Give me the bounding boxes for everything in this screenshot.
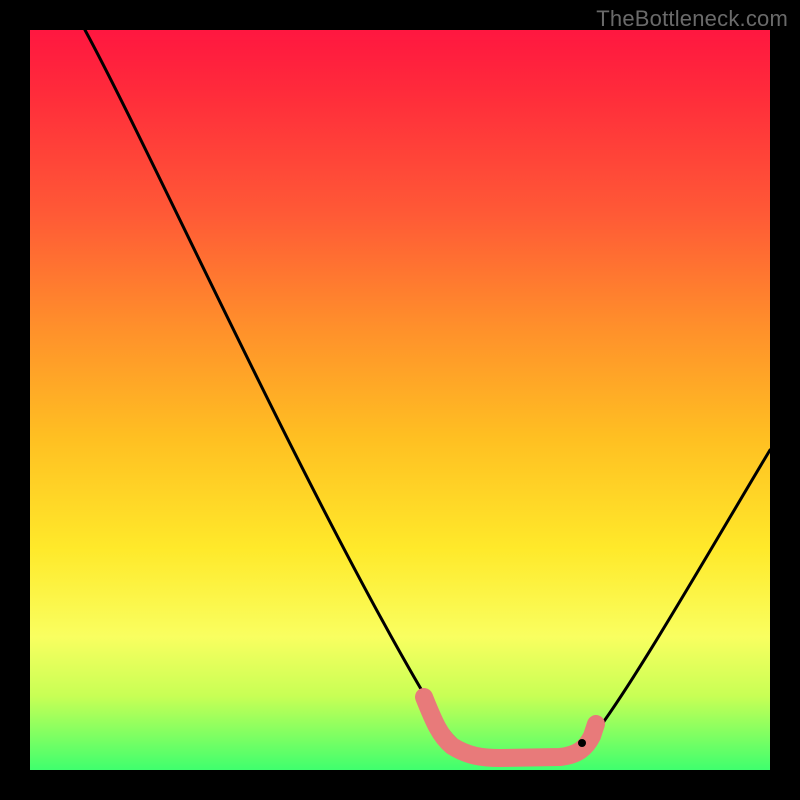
optimal-region-marker: [424, 697, 596, 758]
chart-frame: TheBottleneck.com: [0, 0, 800, 800]
bottleneck-curve: [30, 30, 770, 770]
min-point-dot: [578, 739, 586, 747]
plot-area: [30, 30, 770, 770]
watermark-text: TheBottleneck.com: [596, 6, 788, 32]
curve-path: [85, 30, 770, 755]
